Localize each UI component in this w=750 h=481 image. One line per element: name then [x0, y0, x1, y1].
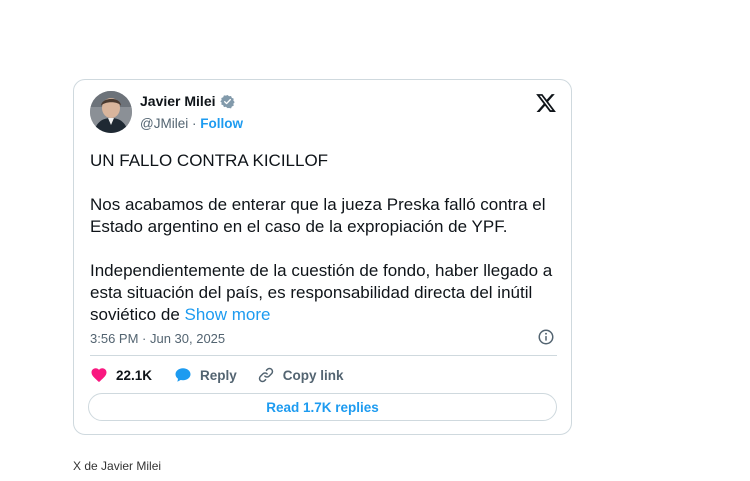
- tweet-paragraph-2: Nos acabamos de enterar que la jueza Pre…: [90, 195, 546, 236]
- action-bar: 22.1K Reply Copy link: [90, 364, 344, 386]
- meta-separator: ·: [191, 116, 197, 131]
- like-count: 22.1K: [116, 367, 153, 383]
- page: Javier Milei @JMilei · Follow UN FALLO C…: [0, 0, 750, 481]
- like-button[interactable]: 22.1K: [90, 366, 152, 384]
- reply-button[interactable]: Reply: [174, 366, 237, 384]
- tweet-text: UN FALLO CONTRA KICILLOF Nos acabamos de…: [90, 150, 560, 326]
- reply-label: Reply: [200, 367, 237, 383]
- divider: [90, 355, 557, 356]
- copy-link-button[interactable]: Copy link: [257, 366, 344, 384]
- x-logo-icon[interactable]: [535, 92, 557, 114]
- tweet-card[interactable]: Javier Milei @JMilei · Follow UN FALLO C…: [73, 79, 572, 435]
- follow-link[interactable]: Follow: [200, 116, 243, 131]
- author-handle[interactable]: @JMilei: [140, 116, 188, 131]
- copy-link-label: Copy link: [282, 367, 344, 383]
- heart-icon: [91, 368, 107, 383]
- speech-bubble-icon: [175, 368, 191, 382]
- person-avatar-icon: [90, 91, 132, 133]
- tweet-paragraph-1: UN FALLO CONTRA KICILLOF: [90, 151, 329, 170]
- info-icon[interactable]: [537, 328, 555, 346]
- verified-badge-icon: [219, 94, 235, 109]
- avatar[interactable]: [90, 91, 132, 133]
- tweet-timestamp[interactable]: 3:56 PM · Jun 30, 2025: [90, 331, 225, 346]
- author-meta: @JMilei · Follow: [140, 116, 243, 131]
- embed-caption: X de Javier Milei: [73, 459, 162, 473]
- author-name[interactable]: Javier Milei: [140, 93, 216, 109]
- read-replies-button[interactable]: Read 1.7K replies: [88, 393, 557, 421]
- author-name-row[interactable]: Javier Milei: [140, 93, 235, 109]
- tweet-paragraph-3: Independientemente de la cuestión de fon…: [90, 260, 560, 326]
- link-icon: [258, 367, 273, 383]
- tweet-paragraph-3-text: Independientemente de la cuestión de fon…: [90, 261, 553, 324]
- show-more-link[interactable]: Show more: [185, 305, 271, 324]
